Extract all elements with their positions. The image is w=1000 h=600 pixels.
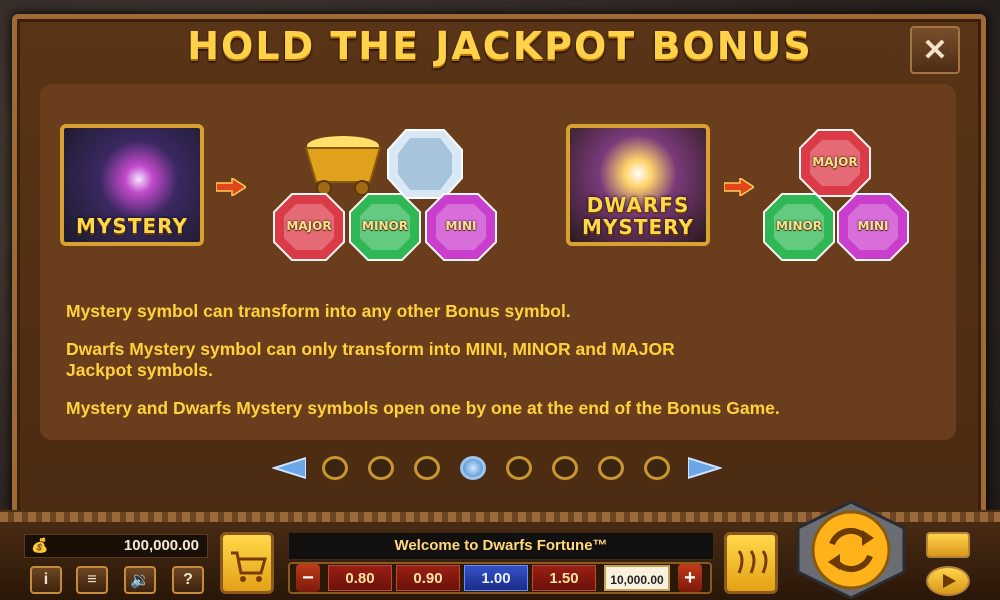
dwarfs-mystery-label: DWARFS MYSTERY	[570, 194, 706, 238]
turbo-button[interactable]	[926, 532, 970, 558]
balance-value: 100,000.00	[123, 537, 199, 554]
bet-option-0-90[interactable]: 0.90	[396, 565, 460, 591]
dwarfs-mystery-label-line2: MYSTERY	[582, 215, 694, 239]
pickaxe-icon	[737, 550, 768, 574]
bet-increase-button[interactable]: +	[678, 564, 702, 592]
info-button[interactable]: i	[30, 566, 62, 594]
page-dot-7[interactable]	[598, 456, 624, 480]
gem-major-right-label: MAJOR	[812, 155, 858, 169]
gem-minor-left-label: MINOR	[362, 219, 408, 233]
gold-cart-icon	[304, 136, 382, 196]
gem-mini-right-label: MINI	[857, 219, 889, 233]
close-icon: ✕	[922, 33, 948, 67]
grand-gem-icon	[387, 129, 463, 199]
gem-mini-left: MINI	[424, 192, 498, 262]
bet-decrease-button[interactable]: −	[296, 564, 320, 592]
total-bet-display: 10,000.00	[604, 565, 670, 591]
balance-display: 💰 100,000.00	[24, 534, 208, 558]
page-title: HOLD THE JACKPOT BONUS	[187, 24, 813, 68]
close-button[interactable]: ✕	[910, 26, 960, 74]
page-dot-6[interactable]	[552, 456, 578, 480]
sound-button[interactable]: 🔉	[124, 566, 156, 594]
page-dot-2[interactable]	[368, 456, 394, 480]
welcome-message: Welcome to Dwarfs Fortune™	[288, 532, 714, 560]
page-dot-4[interactable]	[460, 456, 486, 480]
description-line-1: Mystery symbol can transform into any ot…	[66, 301, 571, 321]
dwarfs-mystery-symbol: DWARFS MYSTERY	[566, 124, 710, 246]
cart-icon	[231, 551, 267, 582]
gem-major-right: MAJOR	[798, 128, 872, 198]
page-dot-8[interactable]	[644, 456, 670, 480]
menu-button[interactable]: ≡	[76, 566, 108, 594]
gem-mini-left-label: MINI	[445, 219, 477, 233]
dwarfs-mystery-label-line1: DWARFS	[586, 193, 690, 217]
mystery-symbol: MYSTERY	[60, 124, 204, 246]
help-button[interactable]: ?	[172, 566, 204, 594]
spin-button[interactable]	[792, 500, 910, 600]
gem-minor-right: MINOR	[762, 192, 836, 262]
bet-option-1-50[interactable]: 1.50	[532, 565, 596, 591]
page-dot-5[interactable]	[506, 456, 532, 480]
play-icon	[943, 574, 956, 588]
bet-option-1-00[interactable]: 1.00	[464, 565, 528, 591]
buy-feature-button[interactable]	[220, 532, 274, 594]
autoplay-button[interactable]	[724, 532, 778, 594]
page-dot-1[interactable]	[322, 456, 348, 480]
next-page-button[interactable]	[688, 456, 722, 480]
arrow-left-icon	[272, 456, 306, 480]
mystery-symbol-label: MYSTERY	[76, 214, 188, 238]
description-line-3: Jackpot symbols.	[66, 360, 213, 380]
page-dot-3[interactable]	[414, 456, 440, 480]
description-line-4: Mystery and Dwarfs Mystery symbols open …	[66, 398, 780, 418]
arrow-right-icon	[216, 178, 246, 196]
gem-major-left-label: MAJOR	[286, 219, 332, 233]
arrow-right-icon	[724, 178, 754, 196]
previous-page-button[interactable]	[272, 456, 306, 480]
gem-major-left: MAJOR	[272, 192, 346, 262]
gem-mini-right: MINI	[836, 192, 910, 262]
description-line-2: Dwarfs Mystery symbol can only transform…	[66, 339, 675, 359]
fast-play-button[interactable]	[926, 566, 970, 596]
spin-disc	[811, 510, 891, 590]
arrow-right-icon	[688, 456, 722, 480]
bet-option-0-80[interactable]: 0.80	[328, 565, 392, 591]
money-bag-icon: 💰	[31, 537, 49, 553]
gem-minor-right-label: MINOR	[776, 219, 822, 233]
gem-minor-left: MINOR	[348, 192, 422, 262]
